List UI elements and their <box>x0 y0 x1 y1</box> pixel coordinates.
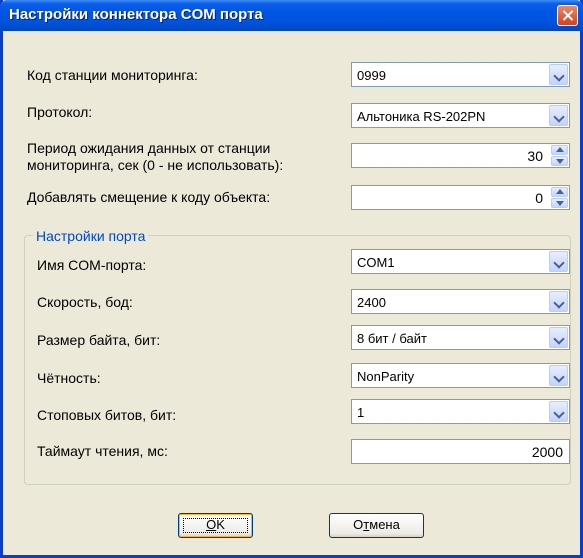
chevron-down-icon[interactable] <box>549 327 568 348</box>
parity-value: NonParity <box>357 369 415 384</box>
station-code-value: 0999 <box>357 68 386 83</box>
focus-rect <box>183 518 248 533</box>
com-port-label: Имя COM-порта: <box>37 257 147 273</box>
chevron-down-icon[interactable] <box>549 105 568 126</box>
port-settings-title: Настройки порта <box>33 228 149 244</box>
protocol-label: Протокол: <box>27 104 93 120</box>
byte-size-label: Размер байта, бит: <box>37 332 161 348</box>
chevron-down-icon[interactable] <box>549 64 568 85</box>
chevron-down-icon[interactable] <box>549 251 568 272</box>
speed-select[interactable]: 2400 <box>351 289 570 314</box>
speed-value: 2400 <box>357 295 386 310</box>
stop-bits-value: 1 <box>357 405 365 420</box>
ok-button[interactable]: OK <box>178 513 253 538</box>
read-timeout-field[interactable]: 2000 <box>351 439 570 464</box>
timeout-spinner[interactable]: 30 <box>351 143 570 168</box>
offset-label: Добавлять смещение к коду объекта: <box>27 189 271 205</box>
parity-select[interactable]: NonParity <box>351 363 570 388</box>
spin-up-icon[interactable] <box>551 145 568 155</box>
com-port-value: COM1 <box>357 255 395 270</box>
spin-up-icon[interactable] <box>551 187 568 197</box>
speed-label: Скорость, бод: <box>37 294 133 310</box>
cancel-label-pre: О <box>353 517 364 532</box>
parity-label: Чётность: <box>37 370 101 386</box>
byte-size-value: 8 бит / байт <box>357 331 427 346</box>
com-port-select[interactable]: COM1 <box>351 249 570 274</box>
chevron-down-icon[interactable] <box>549 291 568 312</box>
protocol-value: Альтоника RS-202PN <box>357 109 486 124</box>
stop-bits-label: Стоповых битов, бит: <box>37 407 177 423</box>
timeout-value: 30 <box>527 148 543 164</box>
spin-down-icon[interactable] <box>551 156 568 166</box>
station-code-label: Код станции мониторинга: <box>27 67 198 83</box>
station-code-select[interactable]: 0999 <box>351 62 570 87</box>
offset-value: 0 <box>535 190 543 206</box>
timeout-label: Период ожидания данных от станции монито… <box>27 140 284 173</box>
stop-bits-select[interactable]: 1 <box>351 399 570 424</box>
byte-size-select[interactable]: 8 бит / байт <box>351 325 570 350</box>
offset-spinner[interactable]: 0 <box>351 185 570 210</box>
spin-down-icon[interactable] <box>551 198 568 208</box>
close-icon[interactable] <box>557 5 578 26</box>
window-title: Настройки коннектора COM порта <box>9 6 263 23</box>
protocol-select[interactable]: Альтоника RS-202PN <box>351 103 570 128</box>
chevron-down-icon[interactable] <box>549 401 568 422</box>
read-timeout-label: Таймаут чтения, мс: <box>37 443 168 459</box>
cancel-button[interactable]: Отмена <box>329 513 424 538</box>
chevron-down-icon[interactable] <box>549 365 568 386</box>
title-bar[interactable]: Настройки коннектора COM порта <box>0 0 583 31</box>
read-timeout-value: 2000 <box>531 444 563 460</box>
cancel-label-rest: мена <box>369 517 400 532</box>
